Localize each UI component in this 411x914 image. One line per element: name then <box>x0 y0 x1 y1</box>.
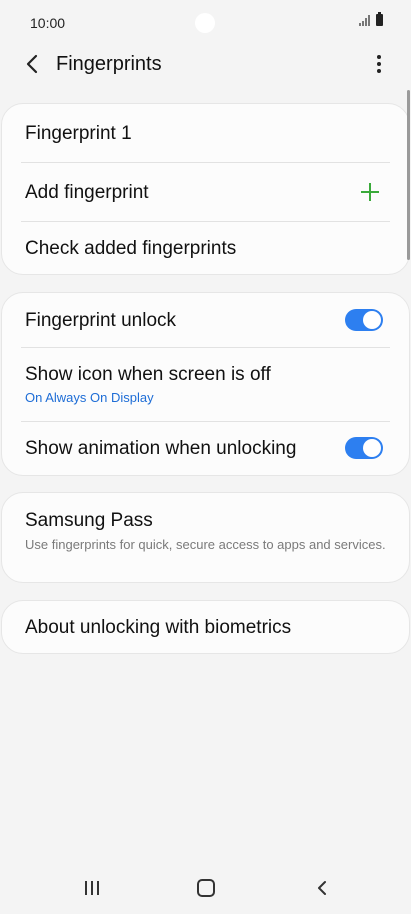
chevron-left-icon <box>318 881 326 895</box>
fingerprint-unlock-item[interactable]: Fingerprint unlock <box>2 293 409 348</box>
add-fingerprint-label: Add fingerprint <box>25 182 149 203</box>
nav-back-button[interactable] <box>310 876 334 900</box>
camera-cutout <box>195 13 215 33</box>
show-icon-sub: On Always On Display <box>25 390 154 405</box>
fingerprint-unlock-toggle[interactable] <box>345 309 383 331</box>
show-animation-label: Show animation when unlocking <box>25 438 297 459</box>
status-time: 10:00 <box>30 15 66 31</box>
battery-icon <box>376 12 383 26</box>
app-bar: Fingerprints <box>0 44 411 84</box>
show-animation-item[interactable]: Show animation when unlocking <box>2 422 409 475</box>
samsung-pass-desc: Use fingerprints for quick, secure acces… <box>25 537 386 552</box>
recents-button[interactable] <box>82 876 102 900</box>
check-added-fingerprints-item[interactable]: Check added fingerprints <box>2 222 409 274</box>
fingerprint-unlock-label: Fingerprint unlock <box>25 310 177 331</box>
back-button[interactable] <box>16 50 48 78</box>
navigation-bar <box>0 862 411 914</box>
home-button[interactable] <box>194 876 218 900</box>
more-options-button[interactable] <box>367 48 391 80</box>
samsung-pass-label: Samsung Pass <box>25 510 153 531</box>
show-animation-toggle[interactable] <box>345 437 383 459</box>
home-icon <box>197 879 215 897</box>
show-icon-item[interactable]: Show icon when screen is off On Always O… <box>2 348 409 422</box>
unlock-settings-card: Fingerprint unlock Show icon when screen… <box>1 292 410 476</box>
scrollbar[interactable] <box>407 90 410 260</box>
add-fingerprint-item[interactable]: Add fingerprint <box>2 163 409 222</box>
chevron-left-icon <box>26 54 38 74</box>
add-icon <box>361 183 379 201</box>
about-biometrics-card: About unlocking with biometrics <box>1 600 410 654</box>
about-biometrics-label: About unlocking with biometrics <box>25 617 292 638</box>
fingerprint-1-label: Fingerprint 1 <box>25 123 132 144</box>
recents-icon <box>85 881 87 895</box>
samsung-pass-item[interactable]: Samsung Pass Use fingerprints for quick,… <box>2 493 409 582</box>
status-icons <box>359 12 383 26</box>
show-icon-label: Show icon when screen is off <box>25 364 271 385</box>
signal-icon <box>359 14 370 26</box>
more-vert-icon <box>377 55 381 59</box>
fingerprint-1-item[interactable]: Fingerprint 1 <box>2 104 409 163</box>
fingerprints-card: Fingerprint 1 Add fingerprint Check adde… <box>1 103 410 275</box>
page-title: Fingerprints <box>56 53 162 75</box>
check-added-fingerprints-label: Check added fingerprints <box>25 238 237 259</box>
status-bar: 10:00 <box>0 0 411 44</box>
about-biometrics-item[interactable]: About unlocking with biometrics <box>2 601 409 653</box>
samsung-pass-card: Samsung Pass Use fingerprints for quick,… <box>1 492 410 583</box>
